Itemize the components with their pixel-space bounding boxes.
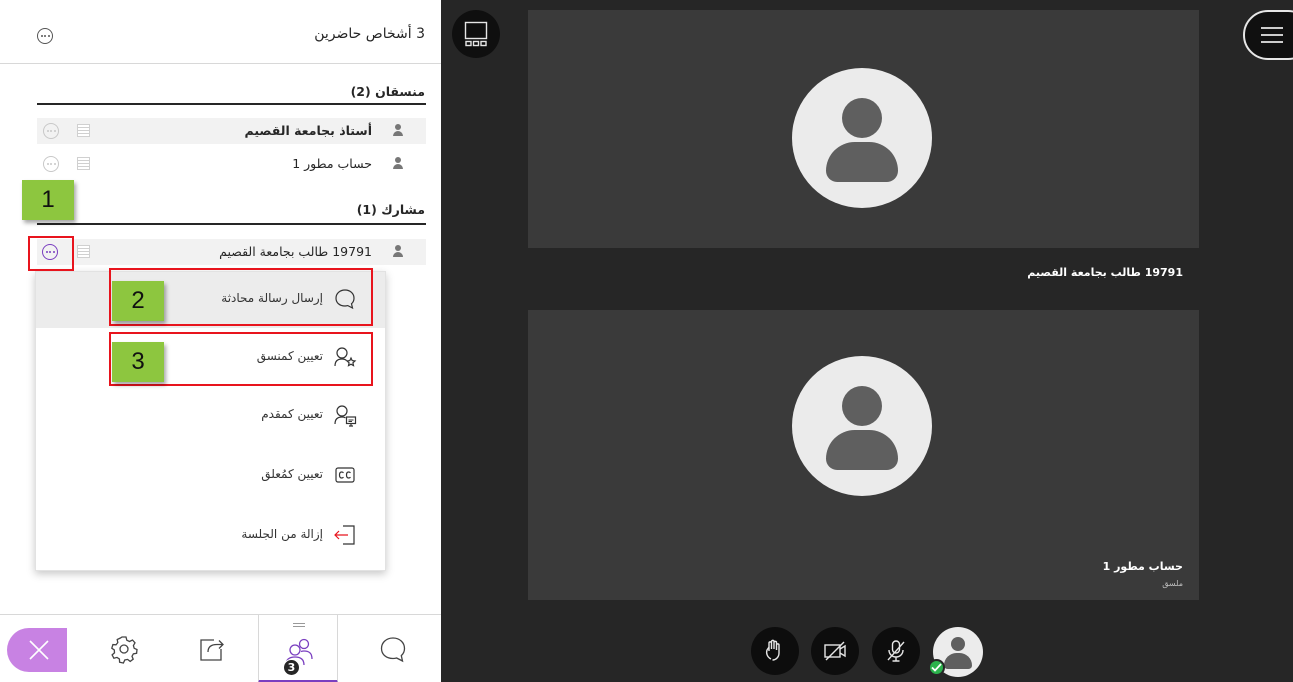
hamburger-menu-icon bbox=[1261, 27, 1283, 43]
participant-name: حساب مطور 1 bbox=[1102, 560, 1183, 573]
more-options-icon[interactable] bbox=[37, 28, 53, 44]
menu-item-make-captioner[interactable]: تعيين كمُعلق bbox=[36, 448, 385, 504]
participant-role: ملسق bbox=[1162, 579, 1183, 588]
attendees-tab[interactable]: 3 bbox=[258, 615, 338, 682]
attendee-row[interactable]: أستاذ بجامعة القصيم bbox=[37, 118, 426, 144]
raise-hand-button[interactable] bbox=[751, 627, 799, 675]
attendee-row[interactable]: 19791 طالب بجامعة القصيم bbox=[37, 239, 426, 265]
participant-avatar bbox=[792, 68, 932, 208]
session-menu-button[interactable] bbox=[1243, 10, 1293, 60]
attendee-options-icon[interactable] bbox=[43, 156, 59, 172]
menu-item-remove-from-session[interactable]: إزالة من الجلسة bbox=[36, 508, 385, 564]
attendee-name: أستاذ بجامعة القصيم bbox=[244, 123, 372, 138]
settings-gear-icon[interactable] bbox=[108, 633, 140, 665]
menu-item-label: تعيين كمُعلق bbox=[261, 467, 323, 481]
moderators-heading: منسقان (2) bbox=[350, 84, 425, 99]
participant-name: 19791 طالب بجامعة القصيم bbox=[1027, 266, 1183, 279]
collaborate-session: 3 أشخاص حاضرين منسقان (2) أستاذ بجامعة ا… bbox=[0, 0, 1293, 682]
person-icon bbox=[392, 245, 404, 259]
attendee-details-icon bbox=[77, 245, 90, 258]
raise-hand-icon bbox=[765, 639, 780, 661]
panel-resize-grip[interactable] bbox=[293, 623, 305, 627]
remove-from-session-icon bbox=[334, 525, 355, 545]
highlight-options-button bbox=[28, 236, 74, 271]
participant-avatar bbox=[792, 356, 932, 496]
participant-name-bar: 19791 طالب بجامعة القصيم bbox=[528, 248, 1199, 310]
make-presenter-icon bbox=[334, 405, 357, 427]
person-icon bbox=[392, 124, 404, 138]
layout-grid-icon bbox=[464, 21, 488, 47]
share-content-icon[interactable] bbox=[195, 633, 227, 665]
panel-toolbar: 3 bbox=[0, 614, 441, 682]
attendees-count-title: 3 أشخاص حاضرين bbox=[314, 26, 425, 42]
participant-video-tile[interactable] bbox=[528, 10, 1199, 248]
participant-name-bar: حساب مطور 1 ملسق bbox=[528, 542, 1199, 600]
participants-heading: مشارك (1) bbox=[356, 202, 425, 217]
microphone-toggle-button[interactable] bbox=[872, 627, 920, 675]
close-panel-button[interactable] bbox=[7, 628, 67, 672]
step-callout-3: 3 bbox=[112, 342, 164, 382]
closed-captions-icon bbox=[335, 467, 355, 483]
camera-toggle-button[interactable] bbox=[811, 627, 859, 675]
microphone-muted-icon bbox=[887, 640, 905, 662]
participants-divider bbox=[37, 223, 426, 225]
step-callout-2: 2 bbox=[112, 281, 164, 321]
attendee-count-badge: 3 bbox=[283, 659, 300, 676]
camera-off-icon bbox=[824, 641, 846, 661]
attendee-details-icon bbox=[77, 157, 90, 170]
menu-item-make-presenter[interactable]: تعيين كمقدم bbox=[36, 388, 385, 444]
attendee-name: حساب مطور 1 bbox=[292, 156, 372, 171]
attendees-panel: 3 أشخاص حاضرين منسقان (2) أستاذ بجامعة ا… bbox=[0, 0, 441, 682]
chat-icon[interactable] bbox=[377, 633, 409, 665]
attendee-options-icon[interactable] bbox=[43, 123, 59, 139]
attendee-details-icon bbox=[77, 124, 90, 137]
menu-item-label: تعيين كمقدم bbox=[261, 407, 323, 421]
moderators-divider bbox=[37, 103, 426, 105]
participant-video-tile[interactable] bbox=[528, 310, 1199, 542]
status-available-icon bbox=[928, 659, 945, 676]
menu-item-label: إزالة من الجلسة bbox=[241, 527, 323, 541]
attendee-name: 19791 طالب بجامعة القصيم bbox=[219, 244, 372, 259]
attendees-panel-header: 3 أشخاص حاضرين bbox=[0, 0, 441, 64]
layout-toggle-button[interactable] bbox=[452, 10, 500, 58]
step-callout-1: 1 bbox=[22, 180, 74, 220]
person-icon bbox=[392, 157, 404, 171]
close-panel-icon bbox=[29, 640, 49, 660]
attendee-row[interactable]: حساب مطور 1 bbox=[37, 151, 426, 177]
